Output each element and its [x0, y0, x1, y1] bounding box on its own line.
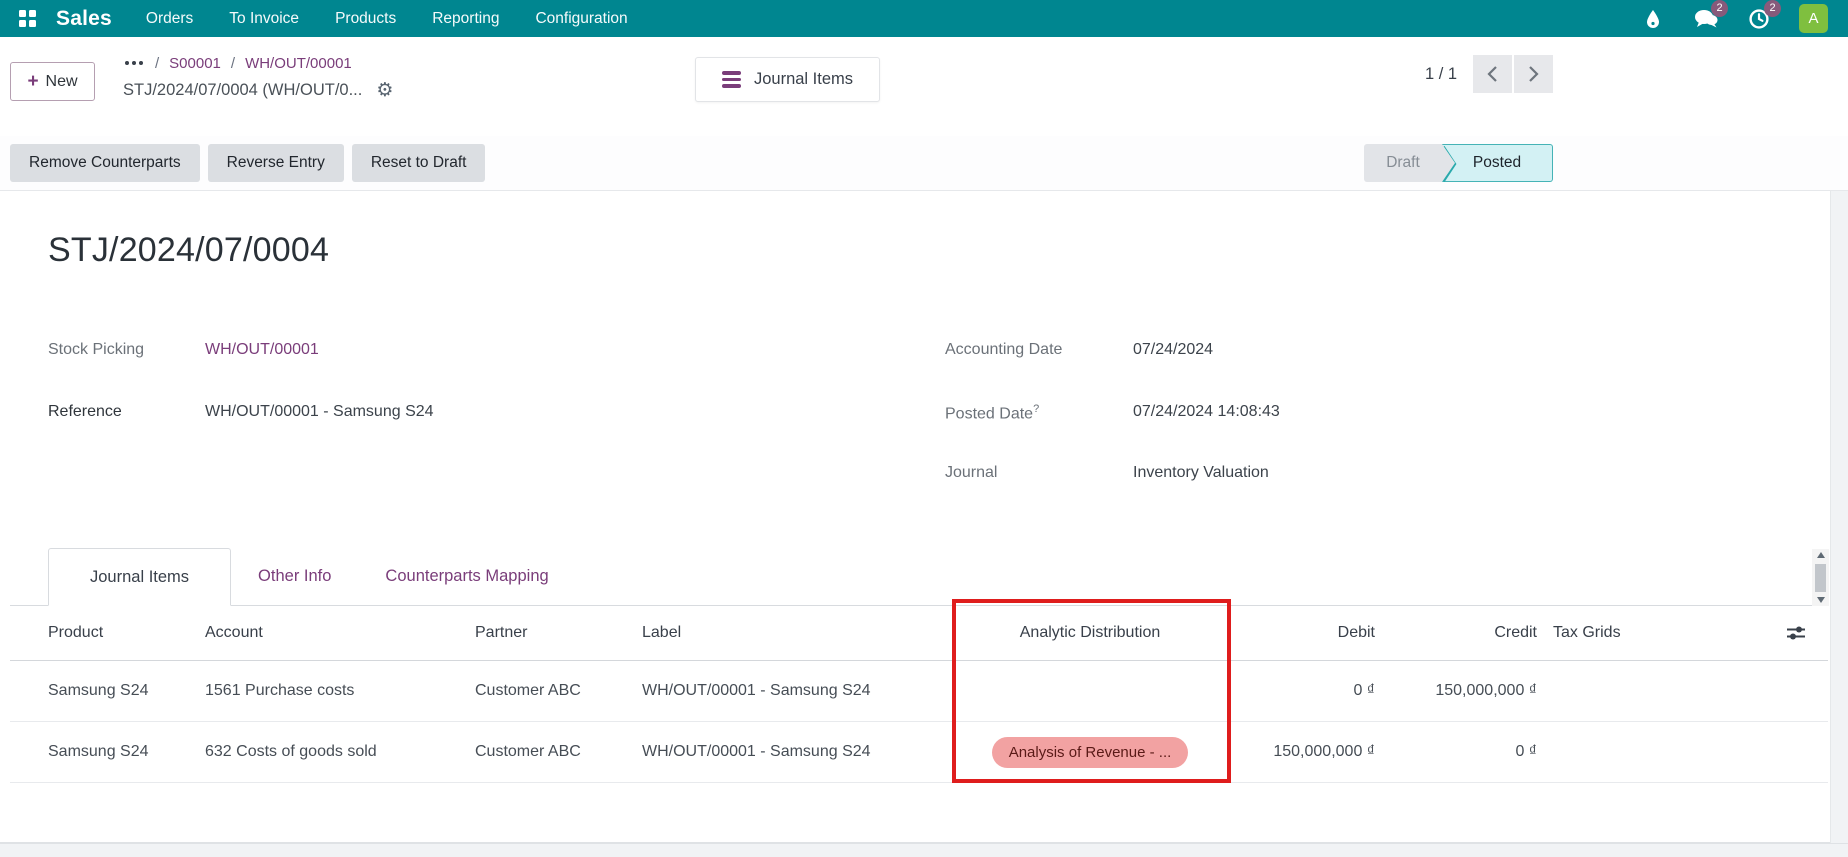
table-row[interactable]: Samsung S24 1561 Purchase costs Customer… — [10, 661, 1828, 722]
nav-menu: Orders To Invoice Products Reporting Con… — [146, 10, 628, 28]
col-label[interactable]: Label — [642, 624, 950, 642]
cell-label[interactable]: WH/OUT/00001 - Samsung S24 — [642, 682, 950, 700]
col-partner[interactable]: Partner — [475, 624, 642, 642]
breadcrumb-ellipsis-icon[interactable] — [123, 59, 145, 67]
breadcrumb-current: STJ/2024/07/0004 (WH/OUT/0... — [123, 81, 363, 99]
cell-credit[interactable]: 150,000,000 ₫ — [1375, 682, 1537, 700]
accounting-date-value[interactable]: 07/24/2024 — [1133, 341, 1213, 359]
field-label: Stock Picking — [48, 341, 145, 358]
reference-value[interactable]: WH/OUT/00001 - Samsung S24 — [205, 403, 434, 421]
cell-account[interactable]: 1561 Purchase costs — [205, 682, 475, 700]
cell-partner[interactable]: Customer ABC — [475, 682, 642, 700]
list-bars-icon — [721, 71, 741, 88]
field-label: Posted Date? — [945, 403, 1040, 423]
field-label: Reference — [48, 403, 122, 420]
scrollbar-thumb[interactable] — [1815, 563, 1826, 592]
col-debit[interactable]: Debit — [1230, 624, 1375, 642]
scroll-up-arrow-icon[interactable] — [1816, 552, 1825, 558]
page: Sales Orders To Invoice Products Reporti… — [0, 0, 1848, 857]
field-label: Accounting Date — [945, 341, 1063, 358]
cell-label[interactable]: WH/OUT/00001 - Samsung S24 — [642, 743, 950, 761]
cell-product[interactable]: Samsung S24 — [10, 682, 205, 700]
status-draft[interactable]: Draft — [1364, 144, 1455, 182]
user-avatar[interactable]: A — [1799, 4, 1828, 33]
field-posted-date: Posted Date? 07/24/2024 14:08:43 — [945, 403, 1280, 423]
pager-count: 1 / 1 — [1425, 64, 1458, 83]
col-analytic-distribution[interactable]: Analytic Distribution — [950, 624, 1230, 642]
field-journal: Journal Inventory Valuation — [945, 464, 1269, 482]
table-header-row: Product Account Partner Label Analytic D… — [10, 606, 1828, 661]
nav-item-products[interactable]: Products — [335, 10, 396, 28]
optional-columns-icon[interactable] — [1747, 625, 1828, 641]
page-bottom-strip — [0, 843, 1848, 857]
scroll-down-arrow-icon[interactable] — [1816, 597, 1825, 603]
field-reference: Reference WH/OUT/00001 - Samsung S24 — [48, 403, 434, 421]
field-stock-picking: Stock Picking WH/OUT/00001 — [48, 341, 319, 359]
new-button[interactable]: + New — [10, 62, 95, 101]
journal-items-button-label: Journal Items — [753, 70, 854, 88]
breadcrumb-separator: / — [155, 54, 160, 72]
nav-item-orders[interactable]: Orders — [146, 10, 193, 28]
pager-previous-button[interactable] — [1473, 55, 1513, 93]
top-navbar: Sales Orders To Invoice Products Reporti… — [0, 0, 1848, 37]
nav-item-reporting[interactable]: Reporting — [432, 10, 499, 28]
reset-to-draft-button[interactable]: Reset to Draft — [351, 144, 486, 182]
new-button-label: New — [45, 72, 78, 90]
status-widget: Draft Posted — [1364, 144, 1553, 182]
nav-item-configuration[interactable]: Configuration — [535, 10, 627, 28]
reverse-entry-button[interactable]: Reverse Entry — [207, 144, 344, 182]
messages-badge: 2 — [1711, 0, 1728, 17]
cell-product[interactable]: Samsung S24 — [10, 743, 205, 761]
water-drop-icon[interactable] — [1640, 6, 1666, 32]
analytic-distribution-tag[interactable]: Analysis of Revenue - ... — [991, 736, 1189, 768]
messages-icon[interactable]: 2 — [1693, 0, 1728, 32]
stock-picking-link[interactable]: WH/OUT/00001 — [205, 341, 319, 359]
record-title: STJ/2024/07/0004 — [48, 231, 330, 269]
journal-items-smart-button[interactable]: Journal Items — [695, 57, 880, 102]
cell-analytic-distribution[interactable]: Analysis of Revenue - ... — [950, 736, 1230, 768]
help-question-mark: ? — [1033, 403, 1040, 415]
nav-item-to-invoice[interactable]: To Invoice — [229, 10, 299, 28]
remove-counterparts-button[interactable]: Remove Counterparts — [10, 144, 200, 182]
notebook-scrollbar[interactable] — [1812, 549, 1829, 606]
tab-journal-items[interactable]: Journal Items — [48, 548, 232, 606]
breadcrumb-link-wh-out[interactable]: WH/OUT/00001 — [245, 55, 352, 72]
notebook-tabs: Journal Items Other Info Counterparts Ma… — [10, 548, 1828, 606]
breadcrumb: / S00001 / WH/OUT/00001 STJ/2024/07/0004… — [123, 51, 393, 101]
journal-items-table: Product Account Partner Label Analytic D… — [10, 606, 1828, 783]
status-posted[interactable]: Posted — [1442, 144, 1553, 182]
tab-other-info[interactable]: Other Info — [231, 548, 358, 605]
activities-badge: 2 — [1764, 0, 1781, 17]
posted-date-value[interactable]: 07/24/2024 14:08:43 — [1133, 403, 1280, 423]
field-label: Journal — [945, 464, 998, 481]
pager: 1 / 1 — [1425, 55, 1554, 93]
app-name[interactable]: Sales — [56, 7, 112, 31]
form-sheet: STJ/2024/07/0004 Stock Picking WH/OUT/00… — [0, 191, 1848, 843]
journal-value[interactable]: Inventory Valuation — [1133, 464, 1269, 482]
cell-credit[interactable]: 0 ₫ — [1375, 743, 1537, 761]
col-tax-grids[interactable]: Tax Grids — [1537, 624, 1747, 642]
plus-icon: + — [27, 71, 39, 92]
cell-partner[interactable]: Customer ABC — [475, 743, 642, 761]
page-scrollbar-track[interactable] — [1830, 191, 1848, 857]
col-account[interactable]: Account — [205, 624, 475, 642]
status-posted-label: Posted — [1472, 154, 1522, 171]
gear-icon[interactable]: ⚙ — [376, 81, 393, 100]
tab-counterparts-mapping[interactable]: Counterparts Mapping — [358, 548, 575, 605]
col-product[interactable]: Product — [10, 624, 205, 642]
pager-next-button[interactable] — [1514, 55, 1554, 93]
activities-clock-icon[interactable]: 2 — [1746, 0, 1781, 32]
apps-grid-icon[interactable] — [14, 6, 40, 32]
field-accounting-date: Accounting Date 07/24/2024 — [945, 341, 1213, 359]
action-bar: Remove Counterparts Reverse Entry Reset … — [0, 136, 1848, 191]
col-credit[interactable]: Credit — [1375, 624, 1537, 642]
cell-account[interactable]: 632 Costs of goods sold — [205, 743, 475, 761]
table-row[interactable]: Samsung S24 632 Costs of goods sold Cust… — [10, 722, 1828, 783]
breadcrumb-separator: / — [230, 54, 236, 72]
cell-debit[interactable]: 0 ₫ — [1230, 682, 1375, 700]
control-panel: + New / S00001 / WH/OUT/00001 STJ/2024/0… — [0, 37, 1848, 136]
breadcrumb-link-s00001[interactable]: S00001 — [169, 55, 221, 72]
cell-debit[interactable]: 150,000,000 ₫ — [1230, 743, 1375, 761]
